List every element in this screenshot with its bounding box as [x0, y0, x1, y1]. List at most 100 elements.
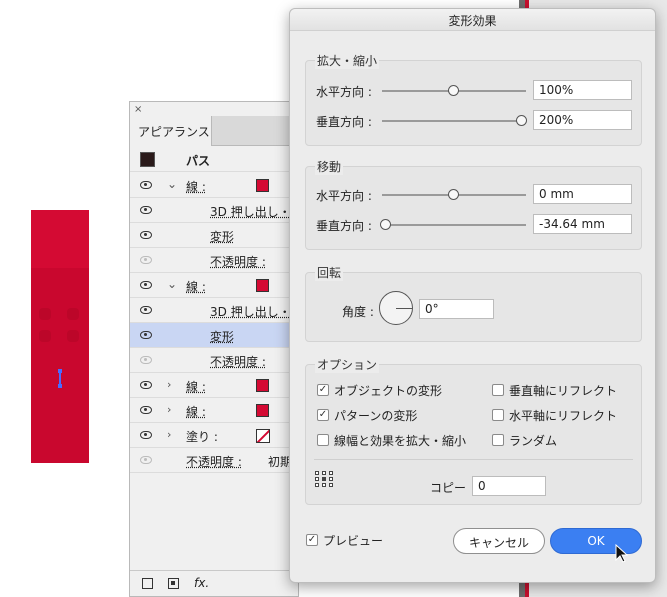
appearance-row-effect-selected[interactable]: 変形 — [130, 323, 298, 348]
cancel-button[interactable]: キャンセル — [453, 528, 545, 554]
group-label: オプション — [315, 356, 380, 373]
transform-objects-label[interactable]: オブジェクトの変形 — [334, 382, 442, 399]
scale-horizontal-knob[interactable] — [448, 85, 459, 96]
rotate-group: 回転 角度 : — [305, 264, 642, 342]
fill-none-swatch[interactable] — [256, 429, 270, 443]
transform-objects-checkbox[interactable]: ✓ — [317, 384, 329, 396]
artwork-blob — [67, 308, 79, 320]
chevron-right-icon[interactable]: › — [167, 428, 171, 441]
stroke-swatch[interactable] — [256, 279, 269, 292]
angle-input[interactable] — [419, 299, 494, 319]
row-label[interactable]: 変形 — [210, 328, 234, 345]
row-label[interactable]: 線 : — [186, 178, 206, 195]
move-vertical-slider[interactable] — [382, 224, 526, 226]
mouse-cursor-icon — [615, 544, 629, 563]
scale-group: 拡大・縮小 水平方向 : 垂直方向 : — [305, 52, 642, 146]
chevron-down-icon[interactable]: ⌄ — [167, 177, 177, 191]
row-label[interactable]: 塗り : — [186, 428, 218, 445]
appearance-row-stroke[interactable]: › 線 : — [130, 398, 298, 423]
chevron-down-icon[interactable]: ⌄ — [167, 277, 177, 291]
path-anchor[interactable] — [58, 384, 62, 388]
stroke-swatch[interactable] — [256, 379, 269, 392]
appearance-row-stroke[interactable]: ⌄ 線 : — [130, 273, 298, 298]
move-vertical-input[interactable] — [533, 214, 632, 234]
eye-icon[interactable] — [140, 356, 152, 364]
artwork-rectangle-bottom — [31, 268, 89, 463]
row-label[interactable]: 3D 押し出し・ — [210, 203, 291, 220]
angle-dial[interactable] — [379, 291, 413, 325]
scale-horizontal-label: 水平方向 : — [316, 85, 372, 99]
appearance-header-row[interactable]: パス — [130, 147, 298, 172]
reference-point-icon[interactable] — [315, 471, 335, 489]
appearance-row-opacity[interactable]: 不透明度 : — [130, 348, 298, 373]
eye-icon[interactable] — [140, 181, 152, 189]
appearance-panel: × アピアランス パス ⌄ 線 : 3D 押し出し・ 変形 不透明度 : ⌄ 線… — [129, 101, 299, 597]
row-label[interactable]: 3D 押し出し・ — [210, 303, 291, 320]
eye-icon[interactable] — [140, 456, 152, 464]
stroke-swatch[interactable] — [256, 404, 269, 417]
copies-label: コピー — [430, 481, 467, 495]
appearance-row-opacity[interactable]: 不透明度 : — [130, 248, 298, 273]
appearance-toolbar: fx. — [130, 570, 298, 596]
appearance-row-effect[interactable]: 3D 押し出し・ — [130, 198, 298, 223]
row-label[interactable]: 線 : — [186, 378, 206, 395]
row-label[interactable]: 変形 — [210, 228, 234, 245]
fx-icon[interactable]: fx. — [194, 576, 209, 590]
row-label[interactable]: 線 : — [186, 403, 206, 420]
row-label[interactable]: 不透明度 : — [186, 453, 242, 470]
transform-patterns-checkbox[interactable]: ✓ — [317, 409, 329, 421]
scale-vertical-knob[interactable] — [516, 115, 527, 126]
eye-icon[interactable] — [140, 281, 152, 289]
row-label[interactable]: 不透明度 : — [210, 353, 266, 370]
path-anchor[interactable] — [58, 369, 62, 373]
artwork-blob — [67, 330, 79, 342]
scale-strokes-label[interactable]: 線幅と効果を拡大・縮小 — [334, 432, 466, 449]
stroke-swatch[interactable] — [256, 179, 269, 192]
chevron-right-icon[interactable]: › — [167, 403, 171, 416]
transform-patterns-label[interactable]: パターンの変形 — [334, 407, 417, 424]
scale-vertical-slider[interactable] — [382, 120, 526, 122]
scale-vertical-input[interactable] — [533, 110, 632, 130]
move-vertical-knob[interactable] — [380, 219, 391, 230]
reflect-vertical-label[interactable]: 垂直軸にリフレクト — [509, 382, 617, 399]
chevron-right-icon[interactable]: › — [167, 378, 171, 391]
eye-icon[interactable] — [140, 406, 152, 414]
random-checkbox[interactable] — [492, 434, 504, 446]
group-label: 拡大・縮小 — [315, 52, 380, 69]
tab-appearance[interactable]: アピアランス — [130, 116, 212, 146]
copies-input[interactable] — [472, 476, 546, 496]
reflect-horizontal-checkbox[interactable] — [492, 409, 504, 421]
angle-label: 角度 : — [342, 305, 374, 319]
row-label[interactable]: 線 : — [186, 278, 206, 295]
reflect-horizontal-label[interactable]: 水平軸にリフレクト — [509, 407, 617, 424]
eye-icon[interactable] — [140, 231, 152, 239]
random-label[interactable]: ランダム — [509, 432, 557, 449]
add-stroke-icon[interactable] — [142, 578, 153, 589]
preview-checkbox[interactable]: ✓ — [306, 534, 318, 546]
eye-icon[interactable] — [140, 381, 152, 389]
options-divider — [314, 459, 633, 460]
move-horizontal-input[interactable] — [533, 184, 632, 204]
appearance-row-object-opacity[interactable]: 不透明度 : 初期 — [130, 448, 298, 473]
object-swatch — [140, 152, 155, 167]
group-label: 回転 — [315, 264, 344, 281]
add-fill-icon[interactable] — [168, 578, 179, 589]
eye-icon[interactable] — [140, 331, 152, 339]
appearance-row-fill[interactable]: › 塗り : — [130, 423, 298, 448]
eye-icon[interactable] — [140, 256, 152, 264]
eye-icon[interactable] — [140, 431, 152, 439]
row-label[interactable]: 不透明度 : — [210, 253, 266, 270]
appearance-row-stroke[interactable]: ⌄ 線 : — [130, 173, 298, 198]
preview-label[interactable]: プレビュー — [323, 532, 383, 549]
reflect-vertical-checkbox[interactable] — [492, 384, 504, 396]
scale-horizontal-input[interactable] — [533, 80, 632, 100]
appearance-row-stroke[interactable]: › 線 : — [130, 373, 298, 398]
move-horizontal-knob[interactable] — [448, 189, 459, 200]
eye-icon[interactable] — [140, 206, 152, 214]
eye-icon[interactable] — [140, 306, 152, 314]
transform-effect-dialog: 変形効果 拡大・縮小 水平方向 : 垂直方向 : 移動 水平方向 : 垂直方向 … — [289, 8, 656, 583]
close-icon[interactable]: × — [134, 104, 142, 115]
appearance-row-effect[interactable]: 変形 — [130, 223, 298, 248]
scale-strokes-checkbox[interactable] — [317, 434, 329, 446]
appearance-row-effect[interactable]: 3D 押し出し・ — [130, 298, 298, 323]
